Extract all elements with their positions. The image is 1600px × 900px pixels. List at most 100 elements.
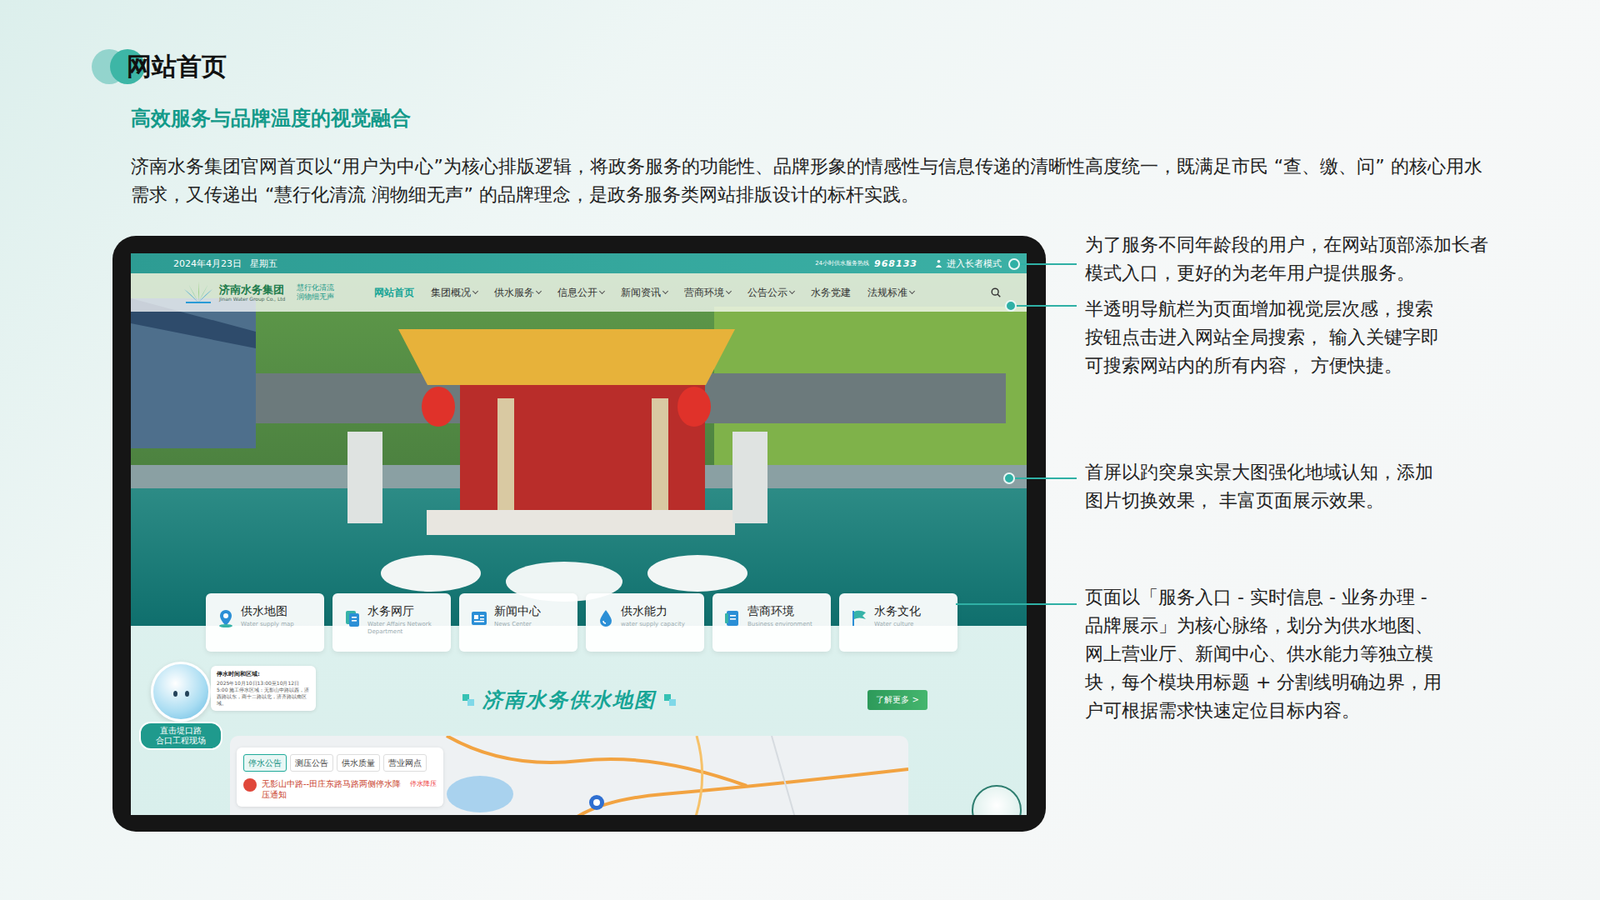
- card-title: 水务文化: [874, 603, 921, 619]
- tablet-frame: 2024年4月23日星期五24小时供水服务热线968133进入长者模式济南水务集…: [112, 235, 1046, 832]
- service-icon: [722, 608, 743, 629]
- nav-item-label: 集团概况: [430, 285, 471, 300]
- card-title: 新闻中心: [494, 603, 541, 619]
- nav-item-label: 新闻资讯: [620, 285, 661, 300]
- nav-item-label: 水务党建: [810, 285, 851, 300]
- notice-item[interactable]: 无影山中路--田庄东路马路两侧停水降压通知停水降压: [243, 778, 437, 800]
- service-card[interactable]: 营商环境Business environment: [712, 593, 831, 652]
- service-icon: [215, 608, 236, 629]
- nav-item-label: 供水服务: [494, 285, 535, 300]
- nav-item[interactable]: 水务党建: [810, 285, 851, 300]
- notice-tab[interactable]: 测压公告: [290, 754, 334, 772]
- chevron-down-icon: [599, 288, 605, 295]
- chevron-down-icon: [725, 288, 732, 295]
- service-icon: [595, 608, 616, 629]
- supply-map[interactable]: 停水公告测压公告供水质量营业网点无影山中路--田庄东路马路两侧停水降压通知停水降…: [230, 735, 909, 815]
- logo[interactable]: 济南水务集团Jinan Water Group Co., Ltd慧行化清流润物细…: [180, 280, 335, 305]
- nav-item-label: 营商环境: [684, 285, 725, 300]
- outage-notice-bubble[interactable]: 停水时间和区域:2025年10月10日13:00至10月12日5:00 施工停水…: [210, 665, 316, 711]
- logo-english: Jinan Water Group Co., Ltd: [219, 295, 285, 303]
- nav-item-label: 法规标准: [867, 285, 908, 300]
- service-card[interactable]: 水务文化Water culture: [839, 593, 958, 652]
- hotline-label: 24小时供水服务热线: [815, 259, 870, 268]
- showcase: 2024年4月23日星期五24小时供水服务热线968133进入长者模式济南水务集…: [0, 235, 1600, 832]
- slide-subtitle: 高效服务与品牌温度的视觉融合: [130, 105, 1600, 131]
- annotation-line: 户可根据需求快速定位目标内容。: [1085, 696, 1552, 725]
- nav-item[interactable]: 法规标准: [867, 285, 915, 300]
- annotation-line: 网上营业厅、新闻中心、供水能力等独立模: [1085, 640, 1552, 669]
- notice-item-title: 无影山中路--田庄东路马路两侧停水降压通知: [261, 778, 405, 800]
- notice-tag: 停水降压: [410, 778, 437, 790]
- annotation-line: 半透明导航栏为页面增加视觉层次感，搜索: [1085, 295, 1552, 324]
- card-text: 水务网厅Water Affairs Network Department: [367, 603, 445, 645]
- search-icon[interactable]: [990, 286, 1002, 299]
- nav-item[interactable]: 供水服务: [494, 285, 541, 300]
- annotation: 为了服务不同年龄段的用户，在网站顶部添加长者模式入口，更好的为老年用户提供服务。: [1085, 230, 1552, 288]
- notice-title: 停水时间和区域:: [216, 670, 310, 679]
- chevron-down-icon: [909, 288, 915, 295]
- connector-line: [955, 603, 1077, 605]
- card-text: 水务文化Water culture: [874, 603, 921, 645]
- nav-item-label: 公告公示: [747, 285, 788, 300]
- slogan-line: 润物细无声: [296, 292, 335, 302]
- section-header: 济南水务供水地图了解更多 >: [230, 685, 909, 715]
- card-subtitle: Water culture: [874, 620, 921, 629]
- annotation-line: 品牌展示」为核心脉络，划分为供水地图、: [1085, 611, 1552, 640]
- live-badge[interactable]: 直击堤口路合口工程现场: [139, 721, 223, 750]
- chevron-down-icon: [472, 288, 479, 295]
- slide-description: 济南水务集团官网首页以“用户为中心”为核心排版逻辑，将政务服务的功能性、品牌形象…: [130, 152, 1498, 210]
- notice-tab[interactable]: 停水公告: [243, 754, 287, 772]
- annotation: 页面以「服务入口 - 实时信息 - 业务办理 -品牌展示」为核心脉络，划分为供水…: [1085, 583, 1552, 725]
- service-cards: 供水地图Water supply map 水务网厅Water Affairs Ne…: [130, 593, 1027, 652]
- notice-icon: [243, 778, 257, 792]
- connector-line: [1013, 263, 1077, 265]
- chevron-down-icon: [789, 288, 795, 295]
- card-text: 营商环境Business environment: [747, 603, 813, 645]
- nav-item-label: 信息公开: [557, 285, 598, 300]
- nav-item[interactable]: 营商环境: [684, 285, 731, 300]
- notice-tab[interactable]: 供水质量: [336, 754, 380, 772]
- nav-bar: 济南水务集团Jinan Water Group Co., Ltd慧行化清流润物细…: [130, 273, 1027, 312]
- slide-page: 网站首页 高效服务与品牌温度的视觉融合济南水务集团官网首页以“用户为中心”为核心排…: [0, 0, 1600, 900]
- notice-body: 2025年10月10日13:00至10月12日5:00 施工停水区域：无影山中路…: [216, 680, 310, 707]
- nav-item[interactable]: 网站首页: [374, 285, 415, 300]
- card-title: 水务网厅: [367, 603, 445, 619]
- annotation: 首屏以趵突泉实景大图强化地域认知，添加图片切换效果， 丰富页面展示效果。: [1085, 458, 1552, 515]
- logo-text: 济南水务集团Jinan Water Group Co., Ltd: [219, 283, 285, 303]
- nav-item[interactable]: 集团概况: [430, 285, 478, 300]
- connector-dot: [1005, 300, 1017, 312]
- annotations: 为了服务不同年龄段的用户，在网站顶部添加长者模式入口，更好的为老年用户提供服务。…: [1085, 230, 1552, 832]
- service-card[interactable]: 水务网厅Water Affairs Network Department: [332, 593, 451, 652]
- service-card[interactable]: 供水能力water supply capacity: [585, 593, 705, 652]
- connector-line: [1010, 305, 1077, 307]
- annotation: 半透明导航栏为页面增加视觉层次感，搜索按钮点击进入网站全局搜索， 输入关键字即可…: [1085, 295, 1552, 380]
- card-text: 供水能力water supply capacity: [620, 603, 685, 645]
- floating-mascot-icon[interactable]: [971, 785, 1022, 815]
- section-title-text: 济南水务供水地图: [482, 686, 656, 714]
- nav-item[interactable]: 新闻资讯: [620, 285, 668, 300]
- annotation-line: 首屏以趵突泉实景大图强化地域认知，添加: [1085, 458, 1552, 487]
- chevron-down-icon: [535, 288, 542, 295]
- service-icon: [342, 608, 363, 629]
- notice-tab[interactable]: 营业网点: [383, 754, 427, 772]
- nav-item[interactable]: 信息公开: [557, 285, 605, 300]
- logo-name: 济南水务集团: [219, 283, 285, 296]
- card-subtitle: Water supply map: [240, 620, 295, 629]
- nav-item[interactable]: 公告公示: [747, 285, 795, 300]
- connector-dot: [1008, 258, 1020, 270]
- elder-mode-button[interactable]: 进入长者模式: [934, 257, 1002, 270]
- section-title: 济南水务供水地图: [462, 686, 676, 714]
- more-button[interactable]: 了解更多 >: [867, 690, 928, 710]
- live-badge-line: 合口工程现场: [144, 735, 218, 746]
- service-card[interactable]: 新闻中心News Center: [459, 593, 578, 652]
- card-subtitle: Business environment: [747, 620, 813, 629]
- live-badge-line: 直击堤口路: [144, 725, 218, 736]
- map-section: 济南水务供水地图了解更多 >停水公告测压公告供水质量营业网点无影山中路--田庄东…: [130, 651, 1027, 815]
- annotation-line: 可搜索网站内的所有内容， 方便快捷。: [1085, 351, 1552, 380]
- annotation-line: 模式入口，更好的为老年用户提供服务。: [1085, 259, 1552, 288]
- service-card[interactable]: 供水地图Water supply map: [205, 593, 325, 652]
- water-drop-mascot-icon[interactable]: [150, 661, 211, 722]
- card-subtitle: water supply capacity: [620, 620, 685, 629]
- card-text: 供水地图Water supply map: [240, 603, 295, 645]
- hero-photo: [130, 273, 1027, 626]
